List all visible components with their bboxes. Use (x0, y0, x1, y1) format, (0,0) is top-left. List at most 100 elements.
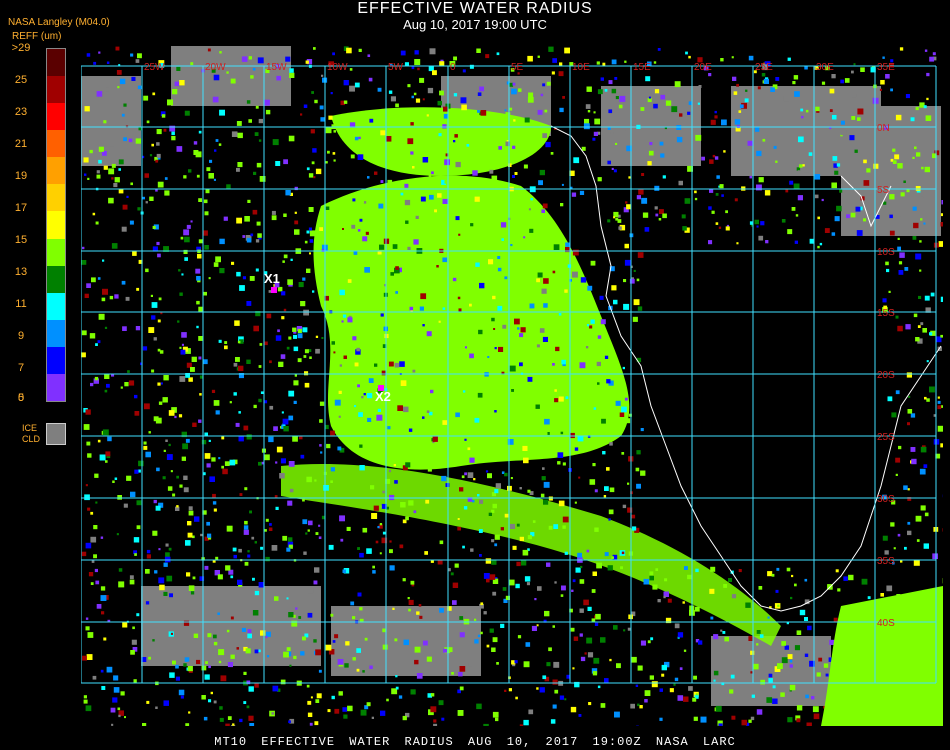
cloud-pixel (449, 228, 452, 231)
cloud-pixel (536, 687, 539, 690)
cloud-pixel (121, 280, 126, 285)
cloud-pixel (795, 214, 799, 217)
cloud-pixel (607, 160, 611, 165)
legend-tick: 25 (14, 74, 28, 86)
cloud-pixel (315, 335, 319, 338)
cloud-pixel (104, 326, 108, 329)
cloud-pixel (286, 547, 291, 552)
cloud-pixel (207, 533, 212, 538)
cloud-pixel (451, 430, 457, 436)
cloud-pixel (179, 80, 185, 86)
cloud-pixel (644, 690, 651, 696)
cloud-pixel (756, 150, 762, 157)
cloud-pixel (308, 520, 313, 526)
cloud-pixel (408, 500, 414, 506)
cloud-pixel (351, 224, 356, 229)
cloud-pixel (619, 95, 626, 102)
cloud-pixel (741, 719, 747, 726)
legend-tick: 11 (15, 298, 27, 310)
cloud-pixel (480, 631, 483, 635)
latitude-label: 15S (877, 308, 895, 319)
cloud-pixel (130, 650, 135, 655)
cloud-pixel (731, 56, 734, 59)
cloud-pixel (96, 170, 100, 174)
cloud-pixel (463, 390, 466, 393)
cloud-pixel (796, 167, 801, 171)
cloud-pixel (183, 175, 187, 179)
cloud-pixel (176, 146, 183, 152)
cloud-pixel (359, 465, 365, 471)
cloud-pixel (230, 78, 236, 84)
cloud-pixel (514, 318, 520, 325)
cloud-pixel (333, 130, 336, 133)
cloud-pixel (265, 518, 269, 522)
cloud-pixel (94, 473, 99, 478)
cloud-pixel (316, 693, 322, 699)
cloud-pixel (241, 56, 248, 62)
cloud-pixel (770, 87, 775, 92)
cloud-pixel (915, 253, 922, 260)
cloud-pixel (829, 109, 833, 112)
cloud-pixel (183, 620, 190, 626)
cloud-pixel (360, 422, 364, 426)
cloud-pixel (414, 646, 421, 653)
cloud-pixel (796, 630, 802, 635)
cloud-pixel (333, 159, 336, 162)
cloud-pixel (715, 193, 719, 196)
cloud-pixel (137, 53, 142, 59)
cloud-pixel (289, 68, 294, 73)
cloud-pixel (469, 457, 475, 463)
cloud-pixel (592, 463, 596, 467)
cloud-pixel (608, 509, 614, 515)
cloud-pixel (409, 252, 415, 258)
cloud-pixel (686, 149, 692, 155)
cloud-pixel (885, 74, 890, 79)
cloud-pixel (168, 547, 172, 551)
cloud-pixel (326, 443, 331, 449)
cloud-pixel (314, 721, 319, 726)
cloud-pixel (750, 716, 755, 721)
cloud-pixel (912, 206, 917, 211)
cloud-pixel (522, 549, 529, 556)
cloud-pixel (357, 384, 360, 388)
cloud-pixel (479, 86, 484, 92)
cloud-pixel (157, 253, 161, 258)
cloud-pixel (303, 551, 307, 555)
cloud-pixel (310, 129, 315, 134)
cloud-pixel (552, 58, 557, 63)
cloud-pixel (178, 414, 183, 418)
cloud-pixel (407, 138, 414, 145)
longitude-label: 10E (572, 62, 590, 73)
cloud-pixel (455, 412, 460, 418)
cloud-pixel (531, 625, 537, 631)
cloud-pixel (899, 47, 904, 51)
cloud-pixel (138, 460, 144, 467)
cloud-pixel (180, 349, 186, 355)
cloud-pixel (243, 671, 247, 675)
cloud-pixel (137, 85, 142, 90)
cloud-pixel (161, 114, 166, 118)
cloud-pixel (589, 325, 593, 329)
cloud-pixel (309, 356, 312, 359)
cloud-pixel (589, 479, 596, 485)
cloud-pixel (923, 105, 927, 109)
cloud-pixel (938, 241, 943, 247)
cloud-pixel (236, 271, 241, 277)
cloud-pixel (191, 356, 197, 362)
cloud-pixel (96, 91, 103, 97)
cloud-pixel (408, 428, 413, 432)
cloud-pixel (146, 120, 150, 124)
cloud-pixel (293, 400, 297, 404)
cloud-pixel (134, 411, 140, 416)
cloud-pixel (427, 230, 431, 234)
cloud-pixel (303, 355, 307, 358)
cloud-pixel (82, 655, 87, 661)
cloud-pixel (416, 611, 420, 615)
cloud-pixel (325, 206, 330, 210)
cloud-pixel (464, 472, 467, 476)
cloud-pixel (186, 572, 191, 577)
cloud-pixel (613, 625, 618, 630)
cloud-pixel (621, 406, 627, 413)
cloud-pixel (187, 532, 193, 538)
cloud-pixel (306, 167, 310, 171)
